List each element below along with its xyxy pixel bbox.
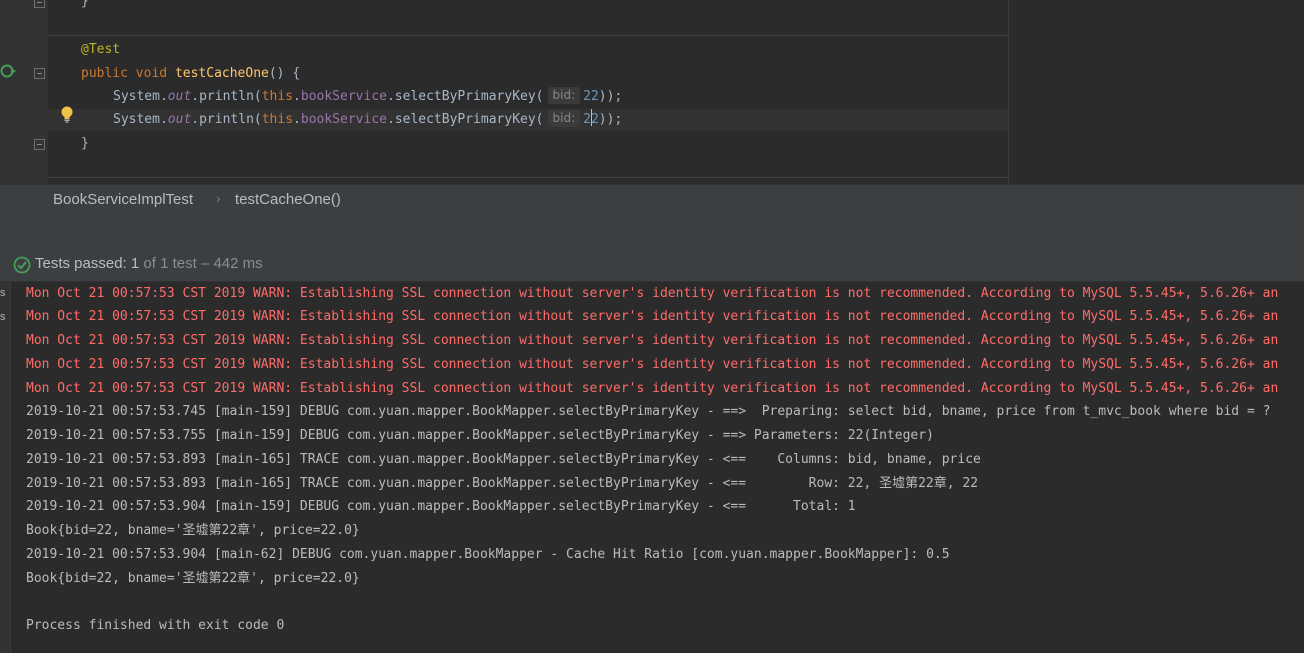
console-line: Book{bid=22, bname='圣墟第22章', price=22.0} — [26, 523, 360, 538]
console-line: Process finished with exit code 0 — [26, 618, 285, 633]
parameter-hint: bid: — [547, 87, 581, 104]
console-line: 2019-10-21 00:57:53.904 [main-159] DEBUG… — [26, 499, 856, 514]
console-gutter-label: s — [0, 311, 6, 323]
fold-icon[interactable] — [34, 68, 45, 79]
breadcrumb-method[interactable]: testCacheOne() — [235, 191, 341, 208]
console-warning-line: Mon Oct 21 00:57:53 CST 2019 WARN: Estab… — [26, 309, 1279, 324]
annotation-test: @Test — [81, 42, 121, 57]
tool-window-toolbar-area — [0, 215, 1304, 245]
console-warning-line: Mon Oct 21 00:57:53 CST 2019 WARN: Estab… — [26, 357, 1279, 372]
console-gutter-label: s — [0, 287, 6, 299]
code-line[interactable]: } — [81, 133, 89, 155]
test-status-text: Tests passed: 1 of 1 test – 442 ms — [35, 255, 263, 272]
console-line: 2019-10-21 00:57:53.893 [main-165] TRACE… — [26, 476, 979, 491]
console-line: 2019-10-21 00:57:53.745 [main-159] DEBUG… — [26, 404, 1271, 419]
console-warning-line: Mon Oct 21 00:57:53 CST 2019 WARN: Estab… — [26, 333, 1279, 348]
console-line: 2019-10-21 00:57:53.755 [main-159] DEBUG… — [26, 428, 934, 443]
parameter-hint: bid: — [547, 110, 581, 127]
breadcrumb-class[interactable]: BookServiceImplTest — [53, 191, 193, 208]
editor-gutter — [0, 0, 48, 184]
code-editor[interactable]: } @Test public void testCacheOne() { Sys… — [0, 0, 1304, 184]
run-test-icon[interactable] — [0, 63, 16, 79]
chevron-right-icon: › — [216, 190, 221, 206]
fold-icon[interactable] — [34, 0, 45, 8]
run-console[interactable]: s s Mon Oct 21 00:57:53 CST 2019 WARN: E… — [0, 282, 1304, 653]
console-line: 2019-10-21 00:57:53.904 [main-62] DEBUG … — [26, 547, 950, 562]
method-separator — [48, 35, 1008, 36]
test-status-bar: Tests passed: 1 of 1 test – 442 ms — [0, 245, 1304, 282]
console-warning-line: Mon Oct 21 00:57:53 CST 2019 WARN: Estab… — [26, 381, 1279, 396]
console-line: 2019-10-21 00:57:53.893 [main-165] TRACE… — [26, 452, 981, 467]
method-separator — [48, 177, 1008, 178]
right-margin-guide — [1008, 0, 1009, 184]
console-line: Book{bid=22, bname='圣墟第22章', price=22.0} — [26, 571, 360, 586]
lightbulb-icon[interactable] — [60, 106, 74, 123]
breadcrumb: BookServiceImplTest › testCacheOne() — [0, 184, 1304, 215]
code-line-current[interactable]: System.out.println(this.bookService.sele… — [113, 109, 622, 131]
code-line[interactable]: System.out.println(this.bookService.sele… — [113, 86, 622, 108]
check-circle-icon — [13, 256, 31, 274]
code-line[interactable]: public void testCacheOne() { — [81, 63, 300, 85]
console-gutter: s s — [0, 282, 11, 653]
code-line[interactable]: } — [81, 0, 89, 13]
fold-icon[interactable] — [34, 139, 45, 150]
code-line[interactable]: @Test — [81, 39, 120, 61]
console-warning-line: Mon Oct 21 00:57:53 CST 2019 WARN: Estab… — [26, 286, 1279, 301]
method-name: testCacheOne — [174, 66, 269, 81]
